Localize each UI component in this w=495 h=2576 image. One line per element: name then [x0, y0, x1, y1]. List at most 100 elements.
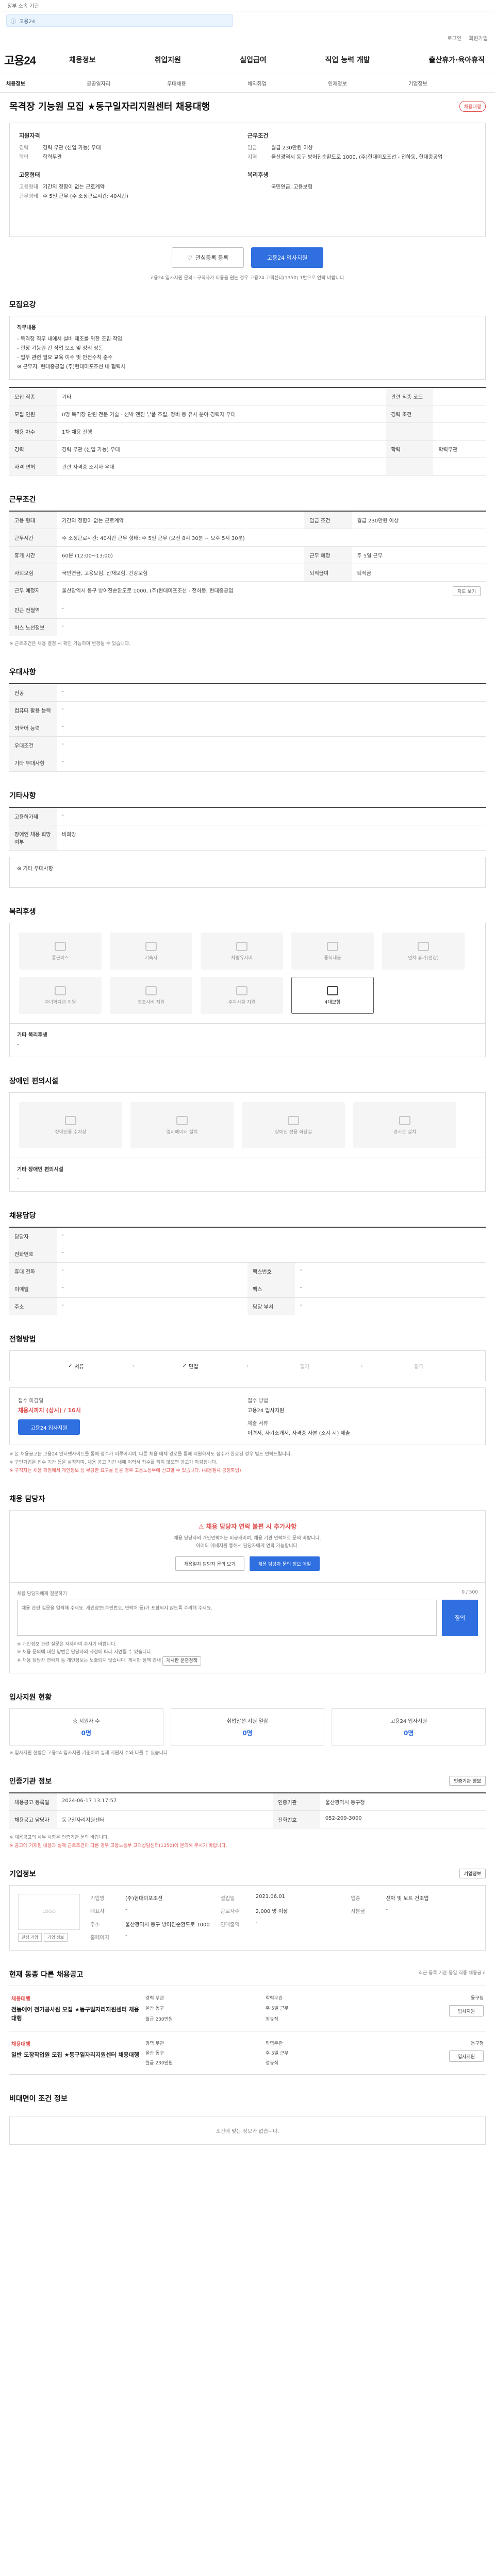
subnav-item-public[interactable]: 공공일자리	[87, 79, 167, 87]
welfare-item-parking: 주차시설 지원	[201, 977, 283, 1014]
row-value: 퇴직금	[352, 564, 486, 582]
contact-mail-button[interactable]: 채용 담당자 문의 정보 메일	[249, 1556, 320, 1571]
row-value: 월급 230만원 이상	[352, 511, 486, 529]
welfare-label: 주차시설 지원	[228, 999, 256, 1005]
row-key: 학력	[386, 440, 434, 458]
table-row: 전공 -	[9, 684, 486, 702]
cmp-key: 기업명	[90, 1896, 105, 1902]
follow-company-button[interactable]: 관심 기업	[18, 1933, 42, 1942]
table-row: 주소 - 담당 부서 -	[9, 1297, 486, 1315]
row-value: 0명 목격장 관련 전문 기술 - 선박 엔진 부품 조립, 정비 등 유사 분…	[57, 405, 386, 423]
rec-meta: 경력 무관 학력무관 울산 동구 주 5일 근무 월급 230만원 정규직	[140, 1994, 381, 2023]
login-link[interactable]: 로그인	[448, 34, 462, 42]
info-table: 채용공고 등록일 2024-06-17 13:17:57 인증기관 울산광역시 동구청…	[9, 1792, 486, 1828]
kv-value: 국민연금, 고용보험	[271, 184, 312, 190]
company-box: LOGO 관심 기업 기업 정보 기업명 (주)현대미포조선 설립일 2021.06…	[9, 1885, 486, 1951]
nav-item-leave[interactable]: 출산휴가·육아휴직	[429, 55, 485, 65]
subnav-item-talent[interactable]: 인재정보	[328, 79, 408, 87]
duty-line: - 목격장 직무 내에서 설비 제조를 위한 조립 작업	[17, 336, 122, 342]
contact-info-button[interactable]: 채용절차 담당자 문의 보기	[175, 1556, 244, 1571]
row-value: -	[295, 1297, 486, 1315]
row-value: 주 5일 근무	[352, 546, 486, 564]
rec-title[interactable]: 일반 도장작업원 모집 ★동구일자리지원센터 채용대행	[11, 2050, 140, 2059]
save-job-button[interactable]: ♡ 관심등록 등록	[172, 247, 244, 268]
notice-banner[interactable]: ⓘ 고용24	[6, 14, 233, 27]
apply-button[interactable]: 고용24 입사지원	[251, 247, 323, 268]
welfare-item-bus: 통근버스	[19, 933, 102, 970]
welfare-item-car: 차량유지비	[201, 933, 283, 970]
facility-item-parking: 장애인용 주차장	[19, 1102, 122, 1148]
method-col: 접수 방법 고용24 입사지원 제출 서류 이력서, 자기소개서, 자격증 사본…	[248, 1396, 477, 1436]
section-welfare: 복리후생 통근버스 기숙사 차량유지비 중식제공 연차 휴가(연장) 자녀학자금…	[0, 888, 495, 1057]
facility-item-elevator: 엘리베이터 설치	[130, 1102, 234, 1148]
qa-submit-button[interactable]: 질의	[442, 1600, 478, 1636]
map-button[interactable]: 지도 보기	[453, 586, 481, 596]
info-button[interactable]: 인증기관 정보	[449, 1776, 486, 1786]
row-value: 052-209-3000	[320, 1810, 486, 1828]
table-row: 우대조건 -	[9, 736, 486, 754]
kv-key: 학력	[19, 155, 29, 160]
rec-title[interactable]: 전동에어 전기공사원 모집 ★동구일자리지원센터 채용대행	[11, 2005, 140, 2023]
step-interview: ✓ 면접	[135, 1362, 246, 1370]
meta-item: 정규직	[266, 2061, 278, 2066]
qa-input[interactable]	[17, 1600, 437, 1636]
tuition-icon	[55, 986, 66, 995]
facility-label: 장애인 전용 화장실	[275, 1129, 312, 1135]
list-item[interactable]: 채용대행 일반 도장작업원 모집 ★동구일자리지원센터 채용대행 경력 무관 학…	[9, 2031, 486, 2075]
row-key: 담당 부서	[248, 1297, 295, 1315]
status-card-total: 총 지원자 수 0명	[9, 1708, 163, 1745]
list-item[interactable]: 채용대행 전동에어 전기공사원 모집 ★동구일자리지원센터 채용대행 경력 무관…	[9, 1986, 486, 2031]
qa-counter: 0 / 500	[461, 1590, 478, 1595]
section-title: 기업정보 기업정보	[9, 1850, 486, 1885]
deadline-value: 채용시까지 (상시) / 16시	[18, 1407, 81, 1414]
nav-item-support[interactable]: 취업지원	[155, 55, 182, 65]
signup-link[interactable]: 회원가입	[469, 34, 488, 42]
table-row: 기타 우대사항 -	[9, 754, 486, 772]
table-row: 채용 차수 1차 채용 진행	[9, 422, 486, 440]
welfare-label: 기숙사	[144, 955, 158, 961]
section-contact: 채용 담당자 ⚠ 채용 담당자 연락 불편 시 추가사항 채용 담당자의 개인연…	[0, 1475, 495, 1673]
rec-company: 동구청	[471, 1996, 484, 2001]
row-key: 모집 직종	[9, 387, 57, 405]
conditions-footnote: ※ 근로조건은 채용 결정 시 확인 가능하며 변경될 수 있습니다.	[9, 641, 130, 647]
company-info-button[interactable]: 기업 정보	[43, 1933, 68, 1942]
subnav-item-overseas[interactable]: 해외취업	[248, 79, 328, 87]
kv-key: 고용형태	[19, 184, 38, 190]
apply-note: 고용24 입사지원 문의 : 구직자가 이용을 원는 경우 고용24 고객센터(…	[149, 276, 346, 281]
nav-item-training[interactable]: 직업 능력 개발	[325, 55, 370, 65]
policy-button[interactable]: 게시판 운영정책	[162, 1656, 201, 1666]
table-row: 채용공고 등록일 2024-06-17 13:17:57 인증기관 울산광역시 동구청	[9, 1793, 486, 1811]
rec-apply-button[interactable]: 입사지원	[449, 2050, 484, 2062]
row-value: 기간의 정함이 없는 근로계약	[57, 511, 305, 529]
nav-item-benefit[interactable]: 실업급여	[240, 55, 267, 65]
row-key: 휴대 전화	[9, 1262, 57, 1280]
rec-tag: 채용대행	[11, 1996, 30, 2002]
company-more-button[interactable]: 기업정보	[459, 1869, 486, 1878]
apply-button-secondary[interactable]: 고용24 입사지원	[18, 1419, 80, 1435]
subnav-item-priority[interactable]: 우대채용	[167, 79, 248, 87]
section-status: 입사지원 현황 총 지원자 수 0명 취업알선 지원 열람 0명 고용24 입사지원…	[0, 1673, 495, 1757]
subnav-item-jobs[interactable]: 채용정보	[6, 79, 87, 87]
section-conditions: 근무조건 고용 형태 기간의 정함이 없는 근로계약 임금 조건 월급 230만원 이…	[0, 476, 495, 648]
cmp-key: 주소	[90, 1922, 100, 1928]
row-key: 자격 면허	[9, 457, 57, 476]
section-process: 전형방법 ✓ 서류 › ✓ 면접 › 필기 › 합격 접수 마감일 채용시까지 (상…	[0, 1315, 495, 1475]
row-key: 전화번호	[9, 1245, 57, 1263]
rec-left: 채용대행 일반 도장작업원 모집 ★동구일자리지원센터 채용대행	[11, 2040, 140, 2066]
subnav-item-company[interactable]: 기업정보	[408, 79, 489, 87]
row-key: 채용 차수	[9, 422, 57, 440]
welfare-label: 자녀학자금 지원	[44, 999, 76, 1005]
section-title: 인증기관 정보 인증기관 정보	[9, 1757, 486, 1792]
rec-apply-button[interactable]: 입사지원	[449, 2005, 484, 2016]
section-company: 기업정보 기업정보 LOGO 관심 기업 기업 정보 기업명 (주)현대미포조선 설…	[0, 1850, 495, 1951]
row-key: 근무 예정지	[9, 581, 57, 601]
nav-item-jobs[interactable]: 채용정보	[69, 55, 96, 65]
parking-icon	[236, 986, 248, 995]
gov-label: 정부 소속 기관	[7, 4, 39, 9]
qa-form: 채용 담당자에게 질문하기 0 / 500 질의 ※ 개인정보 관련 질문은 자…	[9, 1583, 486, 1673]
docs-value: 이력서, 자기소개서, 자격증 사본 (소지 시) 제출	[248, 1431, 350, 1436]
cmp-key	[351, 1920, 382, 1929]
section-etc: 기타사항 고용허가제 - 장애인 채용 희망 여부 비희망 ※ 기타 우대사항	[0, 772, 495, 888]
facility-label: 장애인용 주차장	[55, 1129, 87, 1135]
site-logo[interactable]: 고용24	[4, 52, 59, 68]
